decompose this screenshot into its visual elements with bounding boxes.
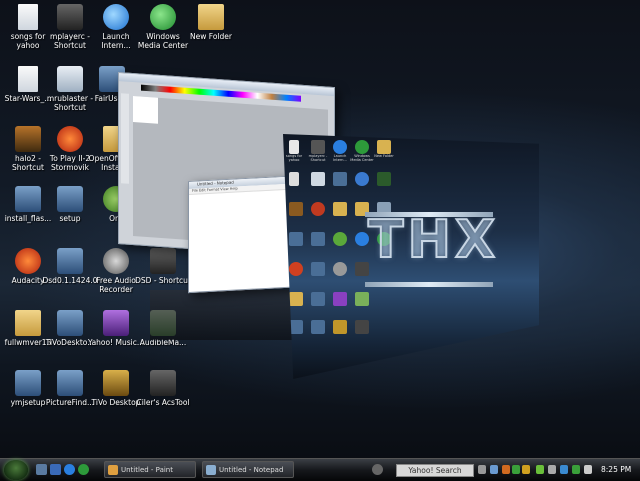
desktop: songs for yahoo mplayerc - Shortcut Laun… xyxy=(0,0,640,458)
switch-windows-icon[interactable] xyxy=(50,464,61,475)
game-icon xyxy=(311,202,325,216)
search-icon[interactable] xyxy=(478,465,486,474)
tray-app-icon[interactable] xyxy=(512,465,520,474)
setup-icon xyxy=(15,370,41,396)
notepad-icon xyxy=(206,465,216,475)
desktop-icon-label: DSD - Shortcut xyxy=(135,276,191,285)
program-icon xyxy=(311,172,325,186)
paint-icon xyxy=(108,465,118,475)
installer-icon xyxy=(289,232,303,246)
speaker-icon xyxy=(103,248,129,274)
tray-app-icon[interactable] xyxy=(572,465,580,474)
volume-icon[interactable] xyxy=(584,465,592,474)
thx-logo: THX xyxy=(367,209,500,271)
document-icon xyxy=(289,140,299,154)
speaker-icon xyxy=(333,262,347,276)
desktop-icon-label: New Folder xyxy=(190,32,232,41)
mini-icon-label: songs for yahoo xyxy=(285,154,303,162)
desktop-icon-acstool[interactable]: Ciler's AcsTool xyxy=(135,370,191,407)
program-icon xyxy=(355,262,369,276)
setup-icon xyxy=(57,370,83,396)
media-player-icon xyxy=(57,4,83,30)
paint-toolbox[interactable] xyxy=(121,93,129,184)
desktop-icon-label: Ciler's AcsTool xyxy=(136,398,190,407)
document-icon xyxy=(18,66,38,92)
desktop-icon-dsd-shortcut[interactable]: DSD - Shortcut xyxy=(135,248,191,285)
taskbar: Untitled - Paint Untitled - Notepad Yaho… xyxy=(0,458,640,481)
help-icon xyxy=(355,172,369,186)
internet-explorer-icon xyxy=(333,140,347,154)
taskbar-button-notepad[interactable]: Untitled - Notepad xyxy=(202,461,294,478)
program-icon xyxy=(150,248,176,274)
setup-icon xyxy=(311,292,325,306)
folder-icon xyxy=(377,140,391,154)
hp-icon[interactable] xyxy=(372,464,383,475)
setup-icon xyxy=(57,248,83,274)
audacity-icon xyxy=(289,262,303,276)
setup-icon xyxy=(311,320,325,334)
program-icon xyxy=(355,232,369,246)
tivo-icon xyxy=(103,370,129,396)
flip3d-reflection xyxy=(150,290,300,340)
audacity-icon xyxy=(15,248,41,274)
start-button[interactable] xyxy=(4,460,28,480)
media-center-icon xyxy=(355,140,369,154)
document-icon xyxy=(289,172,299,186)
yahoo-music-icon xyxy=(333,292,347,306)
network-icon[interactable] xyxy=(560,465,568,474)
setup-icon xyxy=(57,186,83,212)
mini-icon-label: New Folder xyxy=(374,154,394,158)
mini-icon-label: Windows Media Center xyxy=(350,154,374,162)
yahoo-search-box[interactable]: Yahoo! Search xyxy=(396,464,474,477)
arrow-icon[interactable] xyxy=(490,465,498,474)
media-center-icon xyxy=(150,4,176,30)
yahoo-music-icon xyxy=(103,310,129,336)
thx-logo-bar-bottom xyxy=(365,282,493,287)
tray-app-icon[interactable] xyxy=(548,465,556,474)
setup-icon xyxy=(311,232,325,246)
mini-icon-label: Launch Intern... xyxy=(333,154,347,162)
media-player-icon xyxy=(311,140,325,154)
program-icon xyxy=(333,172,347,186)
orb-icon xyxy=(333,232,347,246)
tivo-icon xyxy=(333,320,347,334)
tray-app-icon[interactable] xyxy=(502,465,510,474)
setup-icon xyxy=(57,310,83,336)
installer-icon xyxy=(15,186,41,212)
taskbar-button-label: Untitled - Paint xyxy=(121,466,173,474)
taskbar-button-paint[interactable]: Untitled - Paint xyxy=(104,461,196,478)
audible-icon xyxy=(355,292,369,306)
halo-icon xyxy=(15,126,41,152)
program-icon xyxy=(57,66,83,92)
folder-icon xyxy=(333,202,347,216)
game-icon xyxy=(57,126,83,152)
paint-canvas[interactable] xyxy=(133,96,158,124)
program-icon xyxy=(355,320,369,334)
desktop-icon-new-folder[interactable]: New Folder xyxy=(183,4,239,41)
internet-explorer-icon[interactable] xyxy=(64,464,75,475)
shield-icon[interactable] xyxy=(536,465,544,474)
mini-icon-label: mplayerc - Shortcut xyxy=(308,154,328,162)
halo-icon xyxy=(289,202,303,216)
folder-icon xyxy=(289,292,303,306)
document-icon xyxy=(18,4,38,30)
media-center-icon[interactable] xyxy=(78,464,89,475)
taskbar-button-label: Untitled - Notepad xyxy=(219,466,284,474)
folder-icon xyxy=(198,4,224,30)
setup-icon xyxy=(311,262,325,276)
program-icon xyxy=(150,370,176,396)
internet-explorer-icon xyxy=(103,4,129,30)
taskbar-clock[interactable]: 8:25 PM xyxy=(601,459,631,481)
folder-icon xyxy=(15,310,41,336)
program-icon xyxy=(377,172,391,186)
tray-app-icon[interactable] xyxy=(522,465,530,474)
show-desktop-icon[interactable] xyxy=(36,464,47,475)
